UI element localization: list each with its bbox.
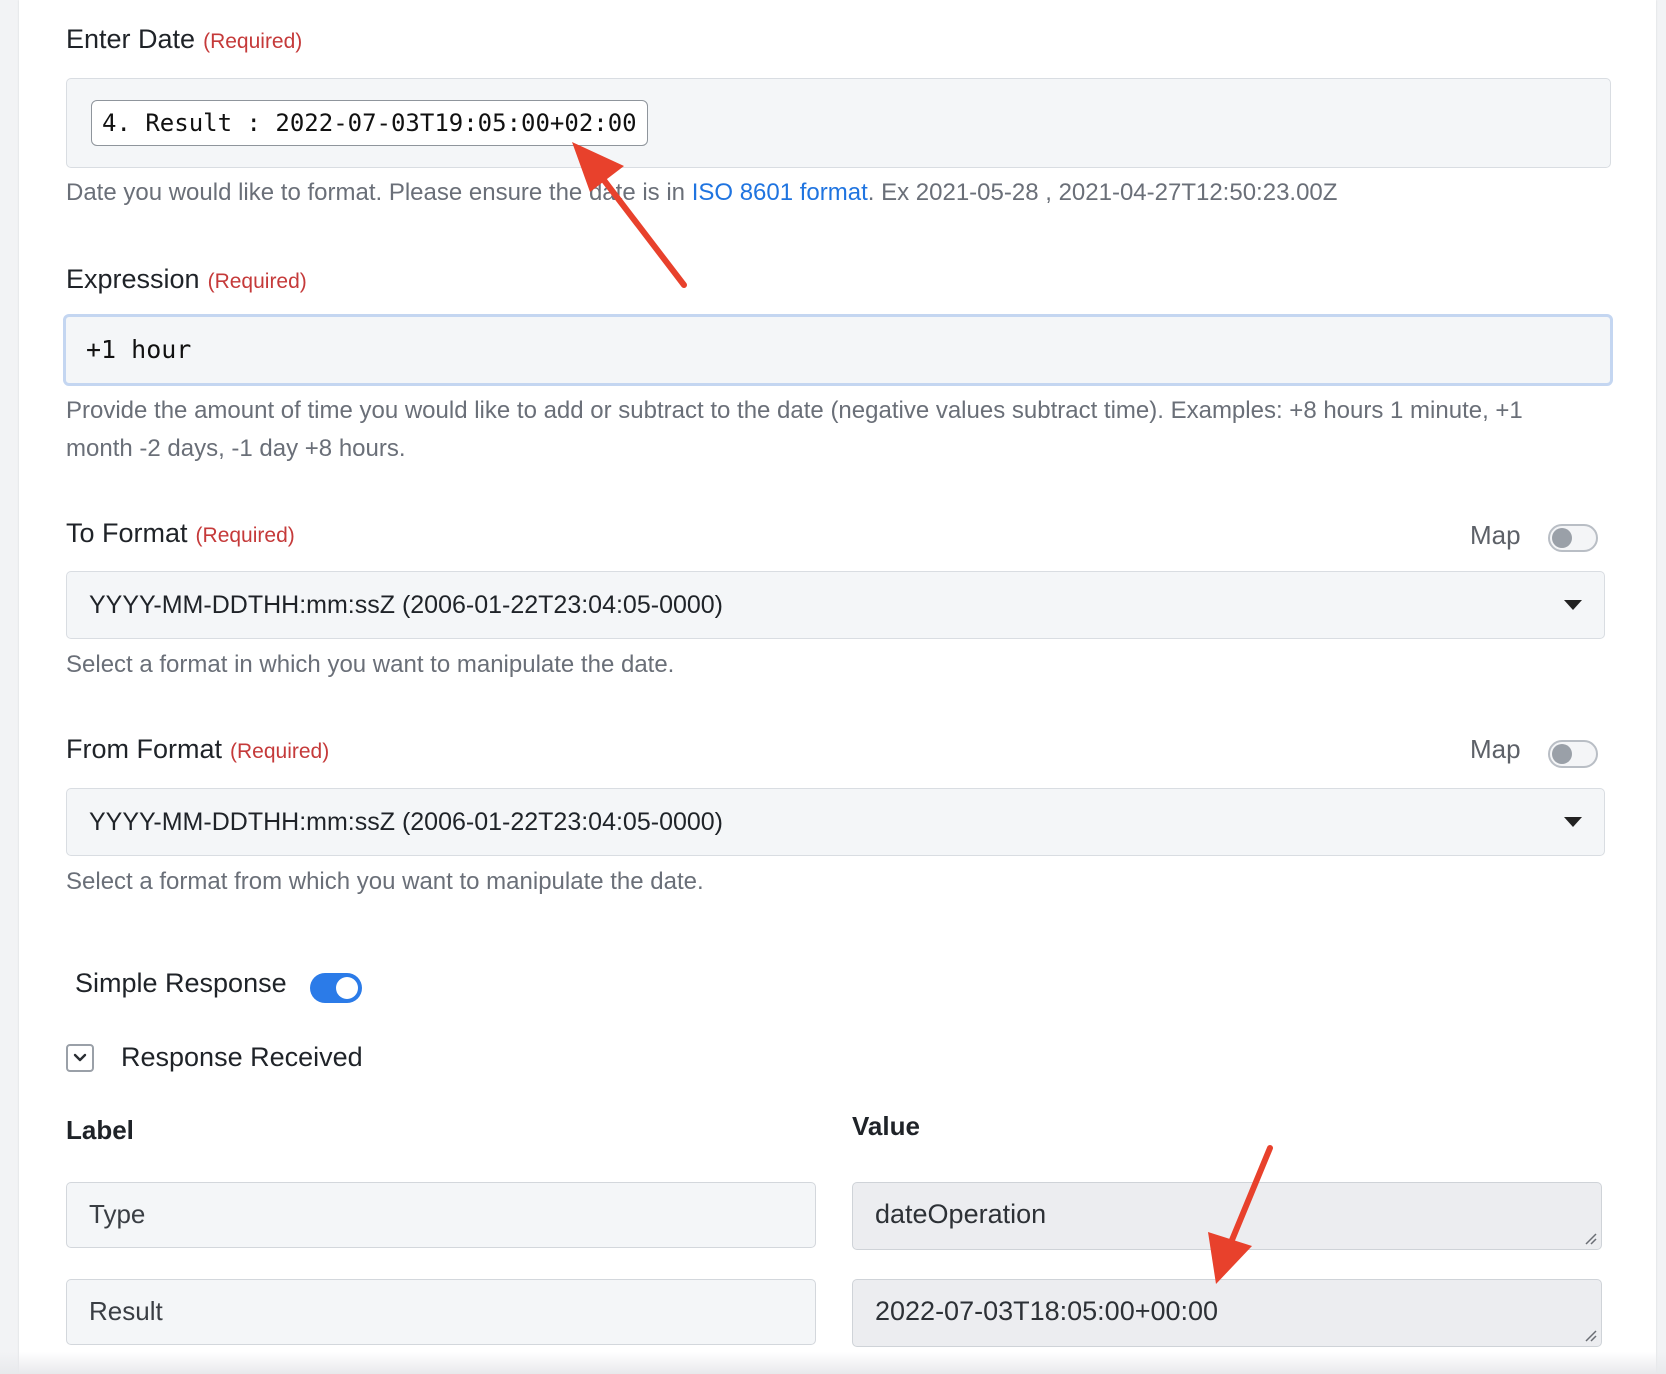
response-received-title: Response Received [121,1042,363,1072]
enter-date-field[interactable]: 4. Result : 2022-07-03T19:05:00+02:00 [66,78,1611,168]
to-format-help: Select a format in which you want to man… [66,651,675,678]
from-format-required: (Required) [230,740,330,763]
response-row-value[interactable]: 2022-07-03T18:05:00+00:00 [852,1279,1602,1347]
to-format-selected: YYYY-MM-DDTHH:mm:ssZ (2006-01-22T23:04:0… [89,591,724,619]
enter-date-label: Enter Date [66,24,196,54]
to-format-required: (Required) [195,524,295,547]
to-format-label: To Format [66,518,188,548]
toggle-knob [1552,744,1572,764]
from-format-map-toggle[interactable] [1548,740,1598,768]
enter-date-help: Date you would like to format. Please en… [66,174,1337,212]
enter-date-help-example: . Ex 2021-05-28 , 2021-04-27T12:50:23.00… [867,179,1338,206]
label-column-header: Label [66,1115,134,1145]
enter-date-value-pill[interactable]: 4. Result : 2022-07-03T19:05:00+02:00 [91,100,648,146]
from-format-select[interactable]: YYYY-MM-DDTHH:mm:ssZ (2006-01-22T23:04:0… [66,788,1605,856]
simple-response-toggle[interactable] [310,973,362,1003]
simple-response-label: Simple Response [75,968,287,998]
from-format-label: From Format [66,734,223,764]
expression-label: Expression [66,264,200,294]
expression-required: (Required) [207,270,307,293]
chevron-down-icon [73,1053,87,1062]
iso-8601-link[interactable]: ISO 8601 format [692,179,868,206]
from-format-selected: YYYY-MM-DDTHH:mm:ssZ (2006-01-22T23:04:0… [89,808,724,836]
resize-grip-icon[interactable] [1583,1328,1597,1342]
to-format-label-row: To Format (Required) [66,518,295,549]
response-collapse-button[interactable] [66,1044,94,1072]
enter-date-help-text: Date you would like to format. Please en… [66,179,692,206]
from-format-label-row: From Format (Required) [66,734,329,765]
bottom-fade [0,1352,1666,1374]
enter-date-required: (Required) [203,30,303,53]
response-row-label: Type [66,1182,816,1248]
expression-help: Provide the amount of time you would lik… [66,397,1523,462]
to-format-map-label: Map [1470,520,1521,550]
value-column-header: Value [852,1111,920,1141]
enter-date-label-row: Enter Date (Required) [66,24,302,55]
response-row-value[interactable]: dateOperation [852,1182,1602,1250]
to-format-map-toggle[interactable] [1548,524,1598,552]
toggle-knob [336,977,358,999]
response-row-label: Result [66,1279,816,1345]
expression-input[interactable]: +1 hour [63,314,1613,386]
chevron-down-icon [1564,817,1582,827]
from-format-map-label: Map [1470,734,1521,764]
from-format-help: Select a format from which you want to m… [66,868,704,895]
resize-grip-icon[interactable] [1583,1231,1597,1245]
chevron-down-icon [1564,600,1582,610]
to-format-select[interactable]: YYYY-MM-DDTHH:mm:ssZ (2006-01-22T23:04:0… [66,571,1605,639]
toggle-knob [1552,528,1572,548]
expression-label-row: Expression (Required) [66,264,307,295]
